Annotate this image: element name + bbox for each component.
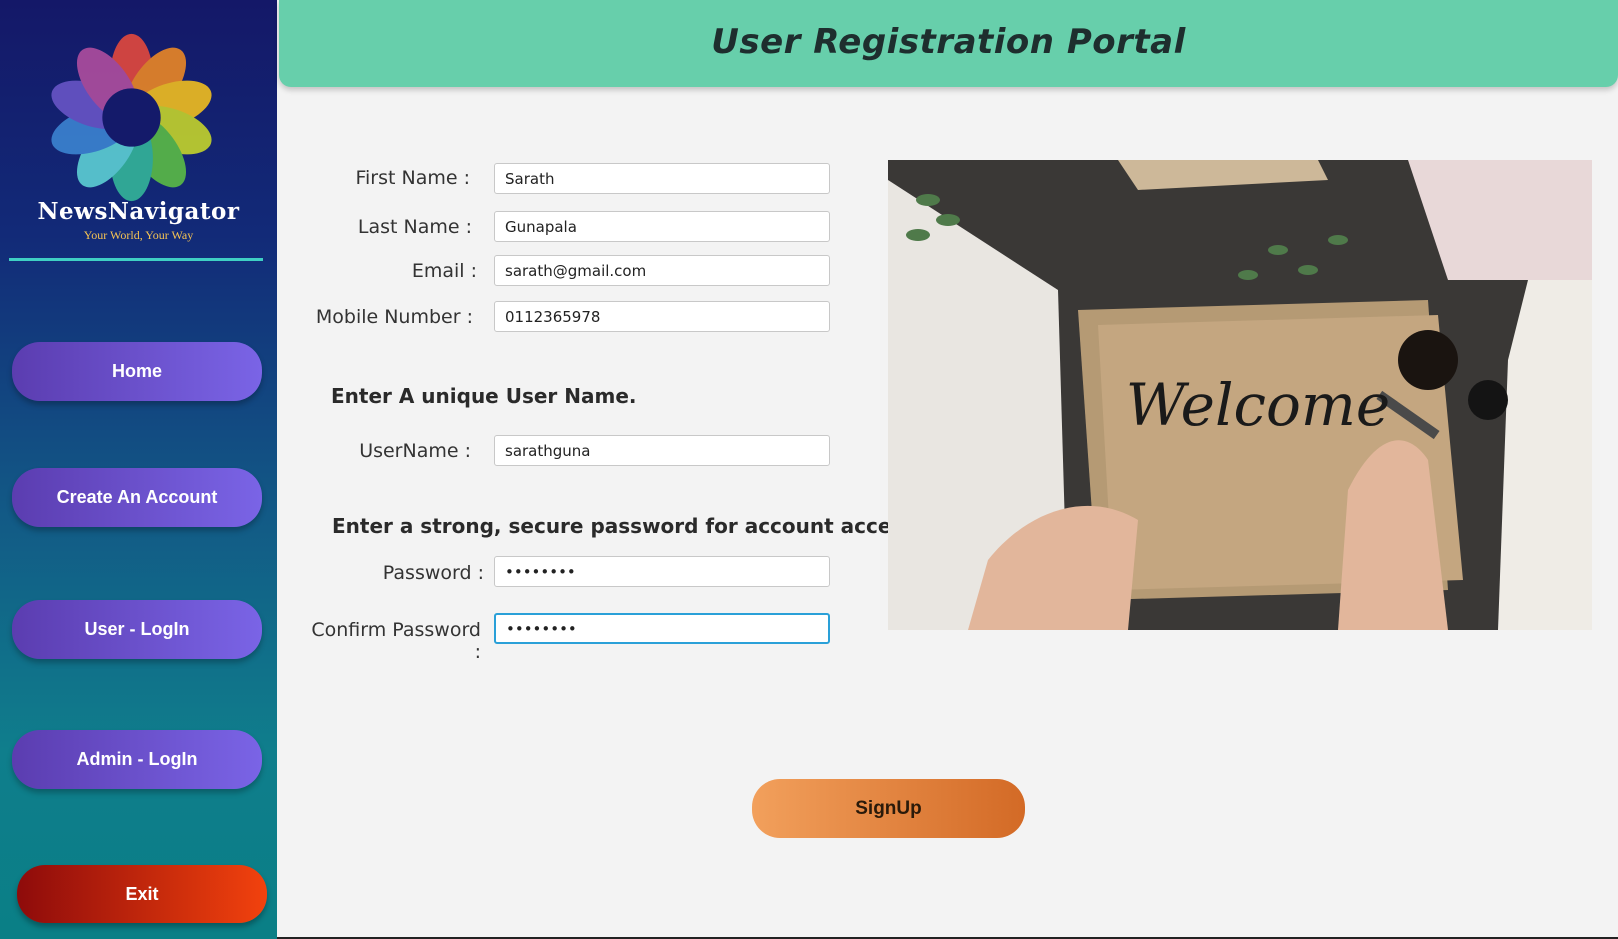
brand-name: NewsNavigator <box>37 198 240 225</box>
header: User Registration Portal <box>279 0 1618 87</box>
email-label: Email : <box>411 260 477 282</box>
exit-button[interactable]: Exit <box>17 865 267 923</box>
create-account-button[interactable]: Create An Account <box>12 468 262 527</box>
first-name-field[interactable]: Sarath <box>494 163 830 194</box>
signup-button[interactable]: SignUp <box>752 779 1025 838</box>
mobile-number-label: Mobile Number : <box>315 306 473 328</box>
password-label: Password : <box>382 562 484 584</box>
password-field[interactable]: •••••••• <box>494 556 830 587</box>
welcome-photo-illustration: Welcome <box>888 160 1592 630</box>
welcome-photo: Welcome <box>888 160 1592 630</box>
brand-tagline: Your World, Your Way <box>83 228 194 242</box>
mobile-number-field[interactable]: 0112365978 <box>494 301 830 332</box>
username-label: UserName : <box>359 440 471 462</box>
username-heading: Enter A unique User Name. <box>331 384 637 408</box>
password-heading: Enter a strong, secure password for acco… <box>332 514 923 538</box>
page-title: User Registration Portal <box>711 22 1186 62</box>
sidebar-divider <box>9 258 263 261</box>
last-name-field[interactable]: Gunapala <box>494 211 830 242</box>
photo-caption: Welcome <box>1126 371 1390 439</box>
email-field[interactable]: sarath@gmail.com <box>494 255 830 286</box>
username-field[interactable]: sarathguna <box>494 435 830 466</box>
confirm-password-field[interactable]: •••••••• <box>494 613 830 644</box>
admin-login-button[interactable]: Admin - LogIn <box>12 730 262 789</box>
first-name-label: First Name : <box>355 167 470 189</box>
sidebar: NewsNavigator Your World, Your Way Home … <box>0 0 277 939</box>
home-button[interactable]: Home <box>12 342 262 401</box>
confirm-password-label: Confirm Password : <box>311 619 481 663</box>
logo-icon <box>51 33 212 202</box>
user-login-button[interactable]: User - LogIn <box>12 600 262 659</box>
last-name-label: Last Name : <box>357 216 472 238</box>
